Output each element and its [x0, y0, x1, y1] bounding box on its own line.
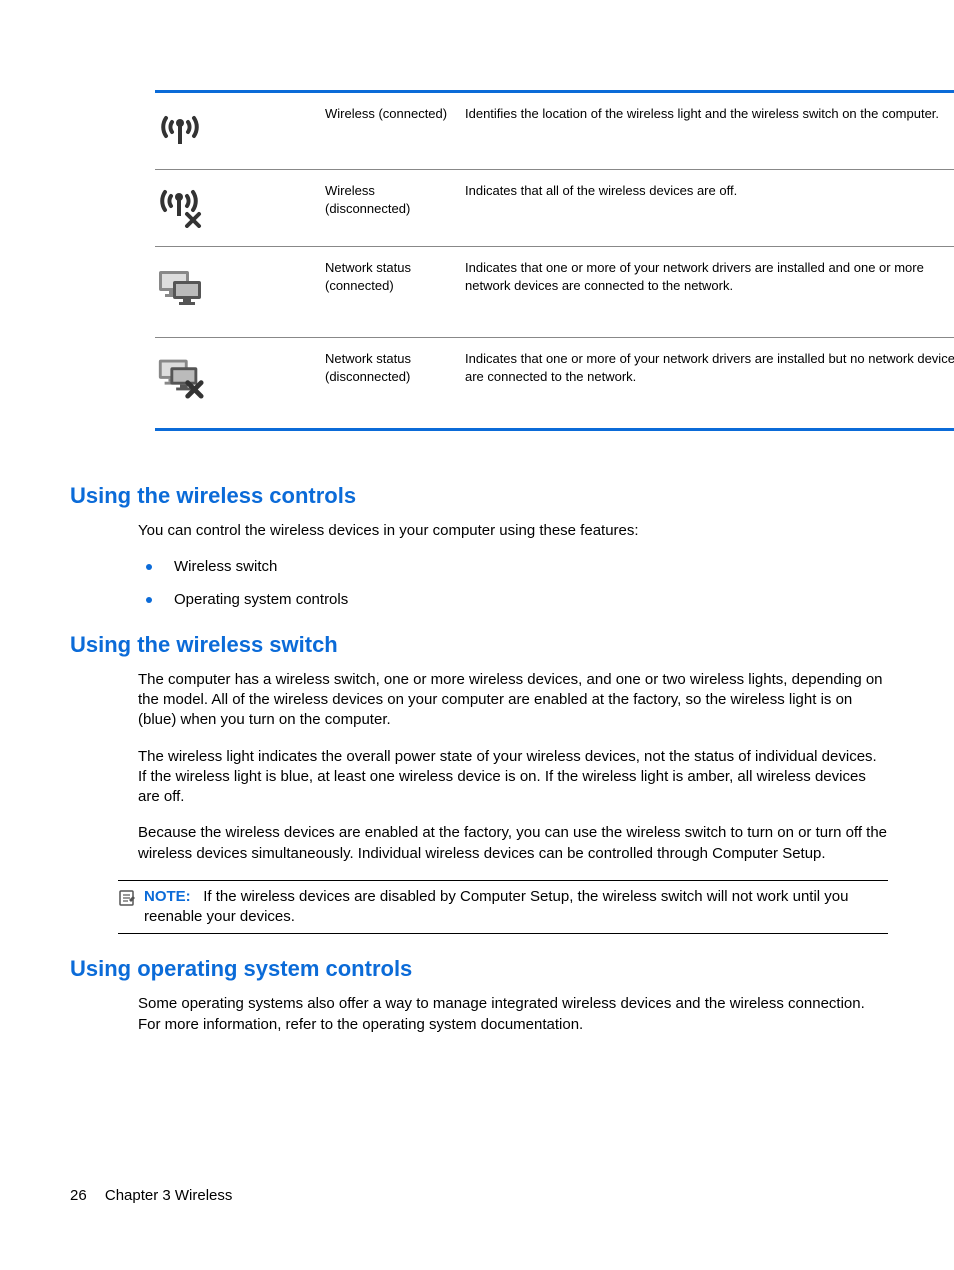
table-row: Network status (disconnected) Indicates …	[155, 338, 954, 430]
wireless-disconnected-icon	[155, 182, 205, 232]
chapter-label: Chapter 3 Wireless	[105, 1187, 233, 1204]
table-row: Network status (connected) Indicates tha…	[155, 247, 954, 338]
table-cell-desc: Indicates that all of the wireless devic…	[465, 170, 954, 247]
table-cell-label: Network status (disconnected)	[325, 338, 465, 430]
note-icon	[118, 887, 138, 928]
paragraph: Because the wireless devices are enabled…	[138, 823, 888, 864]
page-footer: 26 Chapter 3 Wireless	[70, 1187, 232, 1204]
heading-wireless-switch: Using the wireless switch	[70, 632, 884, 658]
list-item: Operating system controls	[138, 590, 888, 610]
network-connected-icon	[155, 259, 205, 309]
table-row: Wireless (disconnected) Indicates that a…	[155, 170, 954, 247]
page-number: 26	[70, 1187, 87, 1204]
table-cell-desc: Indicates that one or more of your netwo…	[465, 338, 954, 430]
bullet-list: Wireless switch Operating system control…	[138, 557, 888, 610]
paragraph: The computer has a wireless switch, one …	[138, 670, 888, 731]
table-row: Wireless (connected) Identifies the loca…	[155, 92, 954, 170]
note-text: NOTE: If the wireless devices are disabl…	[144, 887, 888, 928]
note-body: If the wireless devices are disabled by …	[144, 888, 848, 925]
heading-wireless-controls: Using the wireless controls	[70, 483, 884, 509]
list-item: Wireless switch	[138, 557, 888, 577]
paragraph: Some operating systems also offer a way …	[138, 994, 888, 1035]
network-disconnected-icon	[155, 350, 205, 400]
note-block: NOTE: If the wireless devices are disabl…	[118, 880, 888, 935]
wireless-connected-icon	[155, 105, 205, 155]
table-cell-label: Wireless (disconnected)	[325, 170, 465, 247]
note-label: NOTE:	[144, 888, 191, 905]
table-cell-desc: Indicates that one or more of your netwo…	[465, 247, 954, 338]
icon-legend-table: Wireless (connected) Identifies the loca…	[155, 90, 954, 431]
table-cell-desc: Identifies the location of the wireless …	[465, 92, 954, 170]
table-cell-label: Wireless (connected)	[325, 92, 465, 170]
paragraph: The wireless light indicates the overall…	[138, 747, 888, 808]
heading-os-controls: Using operating system controls	[70, 956, 884, 982]
table-cell-label: Network status (connected)	[325, 247, 465, 338]
paragraph: You can control the wireless devices in …	[138, 521, 888, 541]
